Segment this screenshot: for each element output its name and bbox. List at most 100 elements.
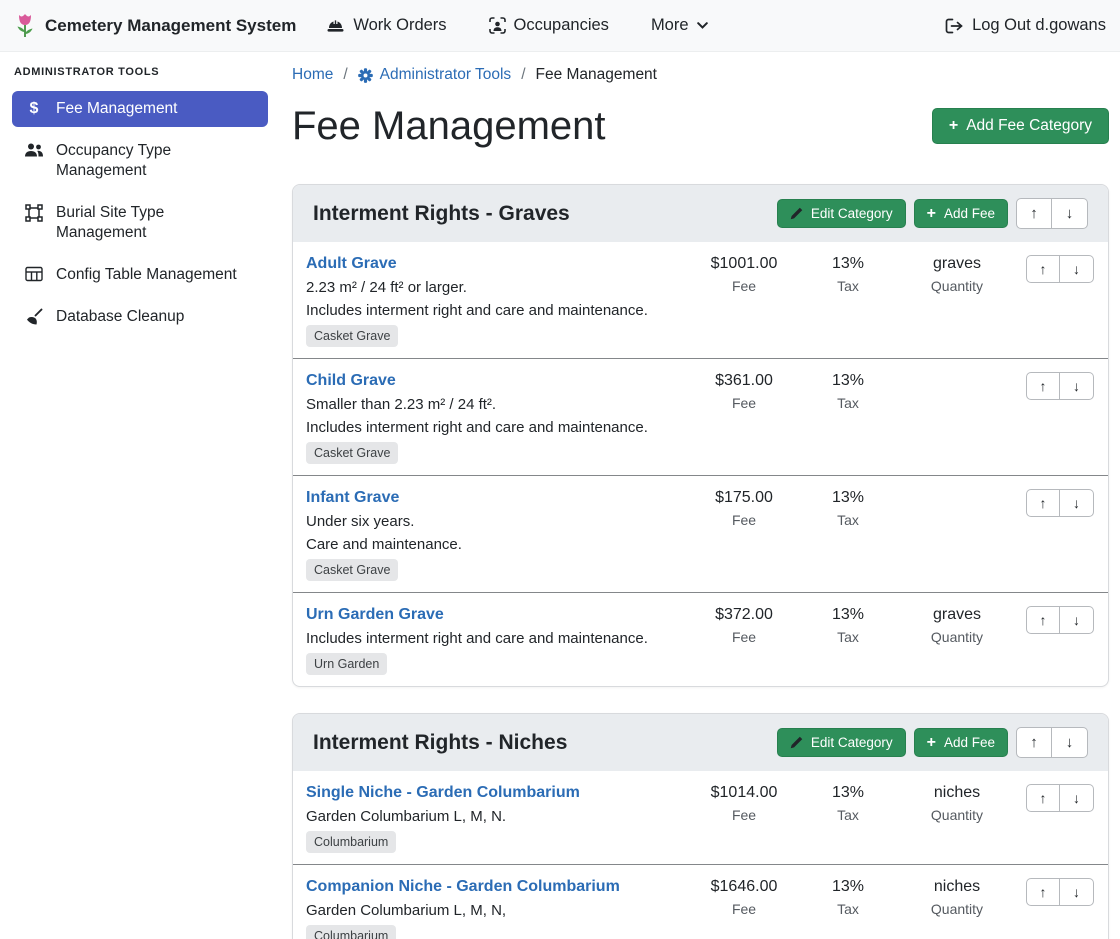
- fee-name-link[interactable]: Adult Grave: [306, 253, 397, 274]
- fee-row: Adult Grave2.23 m² / 24 ft² or larger.In…: [293, 242, 1108, 358]
- category-move-up-button[interactable]: ↑: [1016, 727, 1052, 758]
- nav-more[interactable]: More: [651, 16, 708, 35]
- category-header: Interment Rights - NichesEdit Category+A…: [293, 714, 1108, 771]
- app-title: Cemetery Management System: [45, 16, 296, 36]
- fee-amount: $372.00: [694, 604, 794, 625]
- fee-description: Includes interment right and care and ma…: [306, 301, 686, 320]
- add-fee-category-button[interactable]: + Add Fee Category: [932, 108, 1109, 144]
- nav-occupancies[interactable]: Occupancies: [489, 16, 609, 35]
- pencil-icon: [790, 207, 803, 220]
- breadcrumb-admin-tools-link[interactable]: Administrator Tools: [358, 66, 512, 84]
- edit-category-button[interactable]: Edit Category: [777, 199, 906, 228]
- fee-quantity: niches: [902, 876, 1012, 897]
- fee-move-down-button[interactable]: ↓: [1060, 878, 1094, 906]
- fee-quantity-label: Quantity: [902, 278, 1012, 294]
- fee-info: Urn Garden Grave Includes interment right…: [306, 604, 694, 675]
- category-move-down-button[interactable]: ↓: [1052, 727, 1088, 758]
- category-actions: Edit Category +Add Fee ↑↓: [777, 727, 1088, 758]
- primary-nav: Work Orders Occupancies More: [326, 16, 707, 35]
- add-fee-label: Add Fee: [944, 735, 995, 750]
- fee-amount: $1014.00: [694, 782, 794, 803]
- fee-move-down-button[interactable]: ↓: [1060, 255, 1094, 283]
- fee-move-up-button[interactable]: ↑: [1026, 878, 1060, 906]
- fee-type-badge: Urn Garden: [306, 653, 387, 675]
- breadcrumb-home-link[interactable]: Home: [292, 66, 333, 84]
- fee-name-link[interactable]: Child Grave: [306, 370, 396, 391]
- fee-name-link[interactable]: Companion Niche - Garden Columbarium: [306, 876, 620, 897]
- fee-tax: 13%: [794, 604, 902, 625]
- pencil-icon: [790, 736, 803, 749]
- fee-move-down-button[interactable]: ↓: [1060, 606, 1094, 634]
- sidebar-item-burial-site-type-management[interactable]: Burial Site Type Management: [12, 195, 268, 251]
- fee-description: Smaller than 2.23 m² / 24 ft².: [306, 395, 686, 414]
- fee-row: Child Grave Smaller than 2.23 m² / 24 ft²…: [293, 358, 1108, 475]
- fee-move-up-button[interactable]: ↑: [1026, 489, 1060, 517]
- fee-row: Single Niche - Garden Columbarium Garden …: [293, 771, 1108, 864]
- fee-amount-label: Fee: [694, 278, 794, 294]
- fee-amount-column: $1014.00Fee: [694, 782, 794, 823]
- logout-link[interactable]: Log Out d.gowans: [945, 16, 1106, 35]
- category-fee-list: Adult Grave2.23 m² / 24 ft² or larger.In…: [293, 242, 1108, 686]
- table-icon: [24, 266, 44, 282]
- app-brand: Cemetery Management System: [14, 13, 296, 39]
- fee-amount: $175.00: [694, 487, 794, 508]
- fee-tax-column: 13%Tax: [794, 604, 902, 645]
- fee-tax-label: Tax: [794, 512, 902, 528]
- fee-tax: 13%: [794, 487, 902, 508]
- fee-description: Garden Columbarium L, M, N.: [306, 807, 686, 826]
- sidebar-item-config-table-management[interactable]: Config Table Management: [12, 257, 268, 293]
- fee-reorder: ↑↓: [1026, 489, 1094, 517]
- fee-tax-label: Tax: [794, 278, 902, 294]
- fee-amount: $361.00: [694, 370, 794, 391]
- fee-tax: 13%: [794, 876, 902, 897]
- sidebar-item-fee-management[interactable]: $ Fee Management: [12, 91, 268, 127]
- fee-name-link[interactable]: Urn Garden Grave: [306, 604, 444, 625]
- fee-name-link[interactable]: Infant Grave: [306, 487, 399, 508]
- add-fee-button[interactable]: +Add Fee: [914, 199, 1008, 228]
- fee-description: Care and maintenance.: [306, 535, 686, 554]
- fee-move-up-button[interactable]: ↑: [1026, 372, 1060, 400]
- fee-move-up-button[interactable]: ↑: [1026, 784, 1060, 812]
- category-move-up-button[interactable]: ↑: [1016, 198, 1052, 229]
- fee-amount-label: Fee: [694, 629, 794, 645]
- fee-move-down-button[interactable]: ↓: [1060, 784, 1094, 812]
- nav-work-orders[interactable]: Work Orders: [326, 16, 446, 35]
- fee-quantity-column: gravesQuantity: [902, 604, 1012, 645]
- fee-tax-column: 13% Tax: [794, 487, 902, 528]
- nav-work-orders-label: Work Orders: [353, 16, 446, 35]
- sidebar-item-occupancy-type-management[interactable]: Occupancy Type Management: [12, 133, 268, 189]
- breadcrumb-current: Fee Management: [536, 66, 658, 84]
- fee-quantity-label: Quantity: [902, 807, 1012, 823]
- fee-description: Includes interment right and care and ma…: [306, 629, 686, 648]
- page-header: Fee Management + Add Fee Category: [292, 100, 1109, 152]
- fee-row: Companion Niche - Garden ColumbariumGard…: [293, 864, 1108, 939]
- fee-move-down-button[interactable]: ↓: [1060, 489, 1094, 517]
- fee-move-up-button[interactable]: ↑: [1026, 255, 1060, 283]
- fee-info: Single Niche - Garden Columbarium Garden …: [306, 782, 694, 853]
- plus-icon: +: [949, 119, 958, 133]
- people-icon: [24, 142, 44, 158]
- sidebar-item-label: Config Table Management: [56, 265, 237, 285]
- gear-icon: [358, 68, 373, 83]
- edit-category-label: Edit Category: [811, 735, 893, 750]
- category-move-down-button[interactable]: ↓: [1052, 198, 1088, 229]
- fee-category-card: Interment Rights - NichesEdit Category+A…: [292, 713, 1109, 939]
- add-fee-button[interactable]: +Add Fee: [914, 728, 1008, 757]
- fee-name-link[interactable]: Single Niche - Garden Columbarium: [306, 782, 580, 803]
- fee-description: Includes interment right and care and ma…: [306, 418, 686, 437]
- broom-icon: [24, 308, 44, 326]
- fee-tax-column: 13%Tax: [794, 370, 902, 411]
- sidebar-item-database-cleanup[interactable]: Database Cleanup: [12, 299, 268, 335]
- edit-category-label: Edit Category: [811, 206, 893, 221]
- reorder-buttons: ↑↓: [1026, 372, 1094, 400]
- main-content: Home / Administrat: [280, 52, 1120, 939]
- edit-category-button[interactable]: Edit Category: [777, 728, 906, 757]
- fee-reorder: ↑↓: [1026, 255, 1094, 283]
- reorder-buttons: ↑↓: [1026, 489, 1094, 517]
- breadcrumb: Home / Administrat: [292, 66, 1109, 84]
- breadcrumb-home-label: Home: [292, 66, 333, 84]
- fee-move-down-button[interactable]: ↓: [1060, 372, 1094, 400]
- fee-tax-label: Tax: [794, 901, 902, 917]
- fee-move-up-button[interactable]: ↑: [1026, 606, 1060, 634]
- fee-quantity: graves: [902, 253, 1012, 274]
